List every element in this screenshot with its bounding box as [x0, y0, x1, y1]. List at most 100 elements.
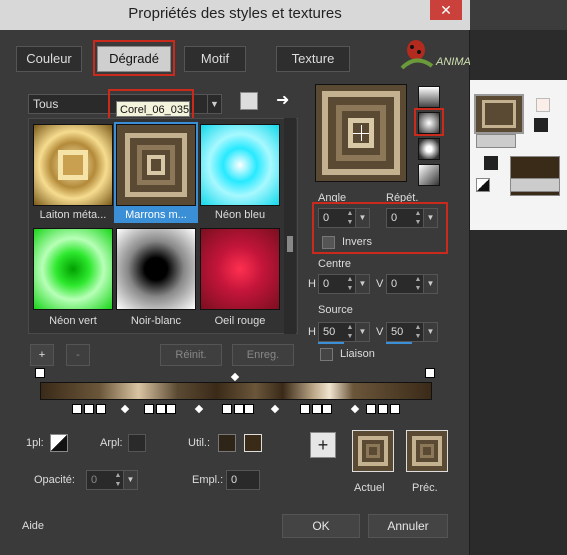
- source-h-level: [318, 342, 344, 344]
- gradient-stop[interactable]: [96, 404, 106, 414]
- gradient-swatch[interactable]: [33, 124, 113, 206]
- chevron-down-icon[interactable]: ▼: [355, 275, 369, 293]
- spin-arrows-icon[interactable]: ▲ ▼: [413, 275, 423, 293]
- spin-arrows-icon[interactable]: ▲ ▼: [113, 471, 123, 489]
- stop-marker-right[interactable]: [425, 368, 435, 378]
- sunburst-type-icon[interactable]: [418, 138, 440, 160]
- chevron-down-icon[interactable]: ▼: [423, 323, 437, 341]
- highlight-box: [414, 108, 444, 136]
- gradient-stop[interactable]: [390, 404, 400, 414]
- close-button[interactable]: ✕: [430, 0, 462, 20]
- swatch-label: Néon vert: [49, 315, 97, 327]
- gradient-swatch-selected[interactable]: [114, 122, 198, 208]
- link-checkbox[interactable]: [320, 348, 333, 361]
- gradient-swatch[interactable]: [33, 228, 113, 310]
- save-button[interactable]: Enreg.: [232, 344, 294, 366]
- title-bar: Propriétés des styles et textures ✕: [0, 0, 470, 30]
- swap-arrows-icon[interactable]: [484, 156, 498, 170]
- style-buttons[interactable]: [510, 178, 560, 192]
- gradient-stop[interactable]: [144, 404, 154, 414]
- center-v-value: 0: [391, 278, 398, 290]
- chevron-down-icon[interactable]: ▼: [355, 323, 369, 341]
- midpoint-diamond[interactable]: [270, 404, 280, 414]
- opacity-spinner[interactable]: 0 ▲ ▼ ▼: [86, 470, 138, 490]
- gradient-stop[interactable]: [312, 404, 322, 414]
- add-button[interactable]: +: [310, 432, 336, 458]
- midpoint-diamond[interactable]: [350, 404, 360, 414]
- center-v-spinner[interactable]: 0 ▲ ▼ ▼: [386, 274, 438, 294]
- center-h-spinner[interactable]: 0 ▲ ▼ ▼: [318, 274, 370, 294]
- gradient-preview[interactable]: [315, 84, 407, 182]
- gradient-swatch[interactable]: [200, 124, 280, 206]
- chevron-down-icon[interactable]: ▼: [423, 275, 437, 293]
- user-color-stop[interactable]: [218, 434, 236, 452]
- reset-button[interactable]: Réinit.: [160, 344, 222, 366]
- swatch-center: [58, 150, 88, 180]
- previous-preview[interactable]: [406, 430, 448, 472]
- help-link[interactable]: Aide: [22, 520, 44, 532]
- gradient-swatch[interactable]: [200, 228, 280, 310]
- gradient-bar[interactable]: [40, 382, 432, 400]
- source-label: Source: [318, 304, 353, 316]
- link-label: Liaison: [340, 348, 375, 360]
- spin-arrows-icon[interactable]: ▲ ▼: [413, 323, 423, 341]
- cancel-button[interactable]: Annuler: [368, 514, 448, 538]
- source-h-spinner[interactable]: 50 ▲ ▼ ▼: [318, 322, 370, 342]
- current-label: Actuel: [354, 482, 385, 494]
- linear-type-icon[interactable]: [418, 86, 440, 108]
- gradient-stop[interactable]: [378, 404, 388, 414]
- tab-motif[interactable]: Motif: [184, 46, 246, 72]
- chevron-down-icon[interactable]: ▼: [207, 95, 221, 113]
- gradient-stop[interactable]: [72, 404, 82, 414]
- gradient-stop[interactable]: [156, 404, 166, 414]
- chevron-down-icon[interactable]: ▼: [123, 471, 137, 489]
- ok-button[interactable]: OK: [282, 514, 360, 538]
- reset-colors-icon[interactable]: [476, 178, 490, 192]
- arpl-label: Arpl:: [100, 437, 123, 449]
- midpoint-diamond[interactable]: [120, 404, 130, 414]
- source-v-level: [386, 342, 412, 344]
- opacity-value: 0: [91, 474, 98, 486]
- gradient-swatch[interactable]: [116, 228, 196, 310]
- midpoint-diamond[interactable]: [230, 372, 240, 382]
- list-scrollbar[interactable]: [284, 118, 296, 334]
- swatch-ring: [147, 155, 165, 175]
- center-h-value: 0: [323, 278, 330, 290]
- tab-texture[interactable]: Texture: [276, 46, 350, 72]
- gradient-stop[interactable]: [366, 404, 376, 414]
- preview-ring: [420, 444, 434, 458]
- remove-gradient-button[interactable]: -: [66, 344, 90, 366]
- stop-marker-left[interactable]: [35, 368, 45, 378]
- gradient-stop[interactable]: [300, 404, 310, 414]
- highlight-box: [93, 40, 175, 76]
- radial-type-icon[interactable]: [418, 164, 440, 186]
- gradient-stop[interactable]: [166, 404, 176, 414]
- add-gradient-button[interactable]: +: [30, 344, 54, 366]
- scrollbar-thumb[interactable]: [287, 236, 293, 252]
- spin-arrows-icon[interactable]: ▲ ▼: [345, 275, 355, 293]
- gradient-stops: [40, 400, 432, 416]
- empl-field[interactable]: 0: [226, 470, 260, 490]
- gradient-stop[interactable]: [84, 404, 94, 414]
- library-icon[interactable]: [240, 92, 258, 110]
- color-chip[interactable]: [536, 98, 550, 112]
- center-v-label: V: [376, 278, 384, 290]
- spin-arrows-icon[interactable]: ▲ ▼: [345, 323, 355, 341]
- tab-couleur[interactable]: Couleur: [16, 46, 82, 72]
- gradient-stop[interactable]: [322, 404, 332, 414]
- empl-value: 0: [231, 474, 238, 486]
- stop-color-swatch[interactable]: [244, 434, 262, 452]
- foreground-swatch[interactable]: [474, 94, 524, 134]
- gradient-stop[interactable]: [222, 404, 232, 414]
- midpoint-diamond[interactable]: [194, 404, 204, 414]
- source-v-spinner[interactable]: 50 ▲ ▼ ▼: [386, 322, 438, 342]
- arrow-right-icon[interactable]: ➜: [276, 90, 289, 110]
- foreground-stop-icon[interactable]: [50, 434, 68, 452]
- gradient-stop[interactable]: [234, 404, 244, 414]
- style-buttons[interactable]: [476, 134, 516, 148]
- background-stop-icon[interactable]: [128, 434, 146, 452]
- current-preview[interactable]: [352, 430, 394, 472]
- gradient-stop[interactable]: [244, 404, 254, 414]
- dialog-title: Propriétés des styles et textures: [128, 5, 342, 22]
- swap-icon[interactable]: [534, 118, 548, 132]
